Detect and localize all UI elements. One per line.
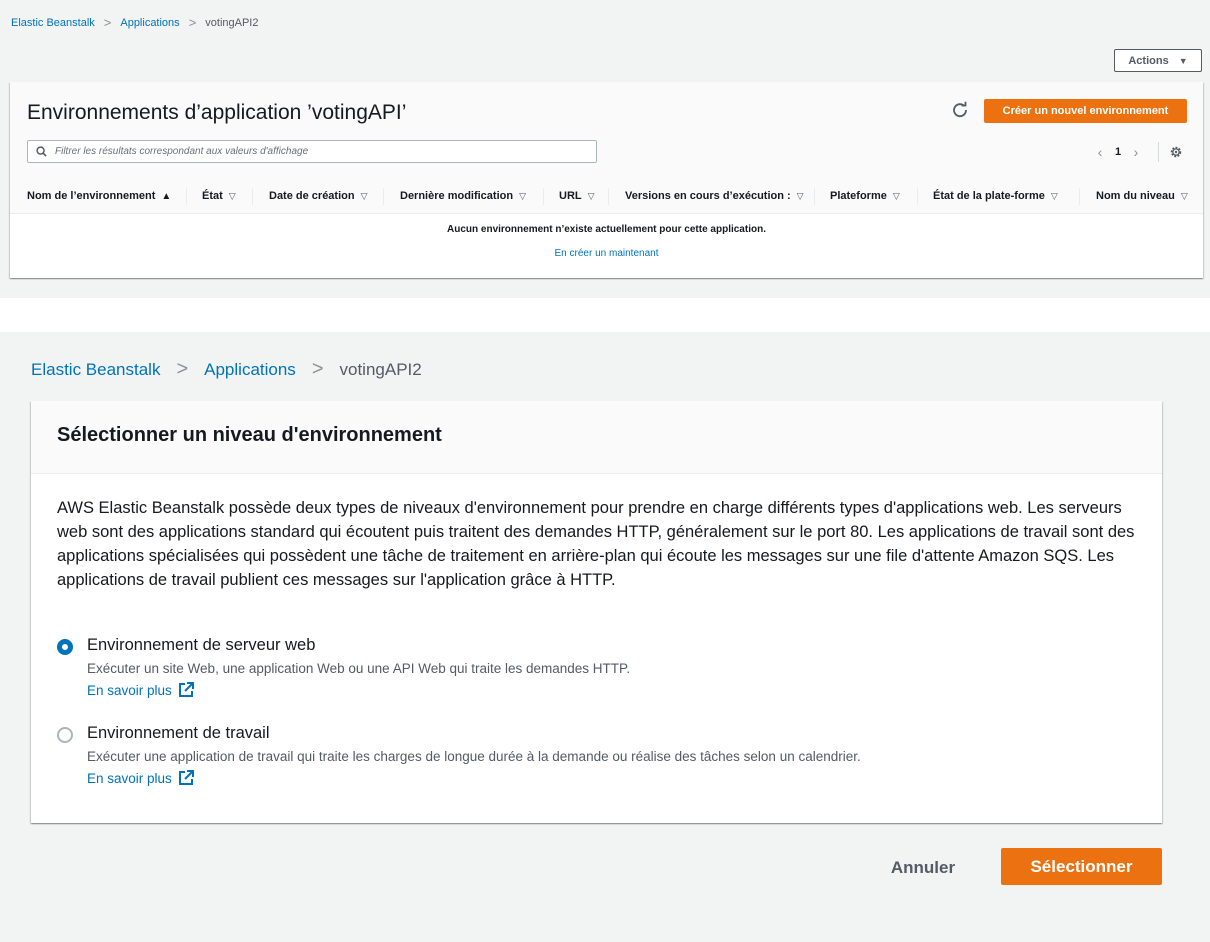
sort-caret-icon: ▽ [519, 190, 526, 201]
learn-more-link[interactable]: En savoir plus [87, 681, 195, 699]
actions-button[interactable]: Actions ▼ [1114, 49, 1202, 72]
empty-state-message: Aucun environnement n’existe actuellemen… [447, 224, 766, 235]
column-label: Dernière modification [400, 190, 514, 202]
card-header: Sélectionner un niveau d'environnement [31, 401, 1162, 474]
column-label: Nom du niveau [1096, 190, 1175, 202]
create-environment-button[interactable]: Créer un nouvel environnement [984, 99, 1187, 123]
filter-field[interactable] [27, 140, 597, 163]
environments-list-screen: Elastic Beanstalk > Applications > votin… [0, 0, 1210, 298]
column-header[interactable]: Date de création ▽ [253, 179, 384, 213]
option-label: Environnement de serveur web [87, 636, 316, 654]
pagination: ‹ 1 › [1090, 142, 1183, 162]
radio-unselected-icon[interactable] [57, 727, 73, 743]
table-header: Nom de l’environnement ▲ État ▽ Date de … [10, 179, 1203, 214]
caret-down-icon: ▼ [1178, 55, 1188, 66]
option-label: Environnement de travail [87, 724, 270, 742]
column-label: Plateforme [830, 190, 887, 202]
column-label: Date de création [269, 190, 355, 202]
divider [1158, 142, 1159, 162]
column-label: Versions en cours d’exécution : [625, 190, 791, 202]
gear-icon[interactable] [1169, 145, 1183, 159]
sort-caret-icon: ▽ [1050, 190, 1058, 201]
column-label: État de la plate-forme [933, 190, 1045, 202]
breadcrumb-separator-icon: > [103, 15, 112, 30]
sort-caret-icon: ▽ [892, 190, 900, 201]
search-icon [36, 146, 47, 157]
option-description: Exécuter un site Web, une application We… [87, 661, 631, 676]
breadcrumb-current: votingAPI2 [339, 359, 422, 379]
sort-ascending-icon: ▲ [161, 190, 172, 202]
breadcrumb-current: votingAPI2 [205, 16, 259, 29]
breadcrumb-applications[interactable]: Applications [120, 17, 179, 29]
filter-input[interactable] [55, 146, 575, 157]
learn-more-link[interactable]: En savoir plus [87, 769, 195, 787]
breadcrumb-elastic-beanstalk[interactable]: Elastic Beanstalk [11, 17, 95, 29]
column-label: URL [559, 190, 582, 202]
column-header[interactable]: Dernière modification ▽ [384, 179, 544, 213]
column-header[interactable]: Nom du niveau ▽ [1080, 179, 1203, 213]
column-header[interactable]: Nom de l’environnement ▲ [10, 179, 187, 213]
create-now-link[interactable]: En créer un maintenant [10, 248, 1203, 259]
sort-caret-icon: ▽ [1180, 190, 1188, 201]
learn-more-label: En savoir plus [87, 682, 172, 698]
environments-panel: Environnements d’application ’votingAPI’… [10, 82, 1203, 278]
page-number[interactable]: 1 [1110, 146, 1126, 158]
column-label: Nom de l’environnement [27, 190, 156, 202]
sort-caret-icon: ▽ [796, 190, 804, 201]
learn-more-label: En savoir plus [87, 770, 172, 786]
sort-caret-icon: ▽ [228, 190, 236, 201]
sort-caret-icon: ▽ [360, 190, 368, 201]
breadcrumb: Elastic Beanstalk > Applications > votin… [31, 358, 422, 381]
column-header[interactable]: État de la plate-forme ▽ [918, 179, 1080, 213]
column-header[interactable]: État ▽ [187, 179, 253, 213]
column-header[interactable]: Plateforme ▽ [815, 179, 918, 213]
breadcrumb-separator-icon: > [311, 358, 324, 380]
card-title: Sélectionner un niveau d'environnement [57, 424, 442, 446]
breadcrumb-elastic-beanstalk[interactable]: Elastic Beanstalk [31, 360, 160, 380]
column-header[interactable]: Versions en cours d’exécution : ▽ [609, 179, 815, 213]
sort-caret-icon: ▽ [587, 190, 595, 201]
breadcrumb-separator-icon: > [188, 15, 197, 30]
cancel-button[interactable]: Annuler [880, 853, 966, 883]
panel-header [10, 82, 1203, 179]
actions-label: Actions [1128, 54, 1169, 67]
chevron-right-icon[interactable]: › [1126, 144, 1146, 160]
external-link-icon [178, 770, 194, 785]
column-header[interactable]: URL ▽ [544, 179, 609, 213]
radio-selected-icon[interactable] [57, 639, 73, 655]
select-tier-screen: Elastic Beanstalk > Applications > votin… [0, 332, 1210, 942]
breadcrumb-applications[interactable]: Applications [204, 360, 296, 380]
option-description: Exécuter une application de travail qui … [87, 749, 861, 764]
external-link-icon [178, 682, 194, 697]
tier-description: AWS Elastic Beanstalk possède deux types… [57, 499, 1135, 589]
page-title: Environnements d’application ’votingAPI’ [27, 101, 407, 124]
breadcrumb: Elastic Beanstalk > Applications > votin… [11, 15, 258, 30]
refresh-icon[interactable] [951, 101, 969, 119]
select-button[interactable]: Sélectionner [1001, 848, 1162, 885]
chevron-left-icon[interactable]: ‹ [1090, 144, 1110, 160]
tier-selection-card: Sélectionner un niveau d'environnement A… [31, 401, 1162, 823]
breadcrumb-separator-icon: > [176, 358, 189, 380]
column-label: État [202, 190, 223, 202]
